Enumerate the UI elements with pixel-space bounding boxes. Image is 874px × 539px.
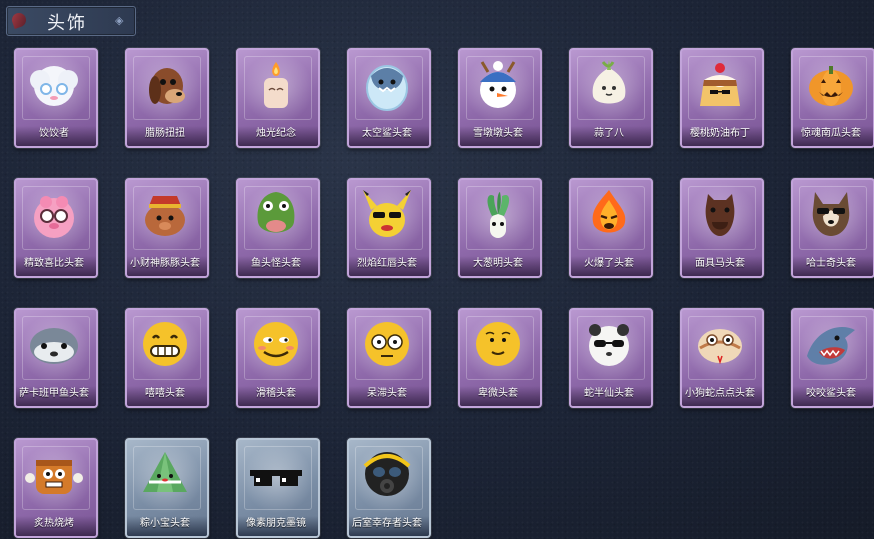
- item-label: 粽小宝头套: [140, 518, 190, 529]
- item-label: 鱼头怪头套: [251, 258, 301, 269]
- item-label: 咬咬鲨头套: [806, 388, 856, 399]
- funny-emoji-icon: [246, 316, 306, 372]
- garlic-icon: [579, 56, 639, 112]
- husky-icon: [801, 186, 861, 242]
- sacabambaspis-icon: [24, 316, 84, 372]
- headwear-item[interactable]: 小狗蛇点点头套: [680, 308, 764, 408]
- headwear-item[interactable]: 卑微头套: [458, 308, 542, 408]
- headwear-item[interactable]: 鱼头怪头套: [236, 178, 320, 278]
- headwear-item[interactable]: 蛇半仙头套: [569, 308, 653, 408]
- item-label: 腊肠扭扭: [145, 128, 185, 139]
- pudding-icon: [690, 56, 750, 112]
- headwear-item[interactable]: 嘻嘻头套: [125, 308, 209, 408]
- bbq-meat-icon: [24, 446, 84, 502]
- gas-mask-icon: [357, 446, 417, 502]
- item-label: 火爆了头套: [584, 258, 634, 269]
- headwear-item[interactable]: 雪墩墩头套: [458, 48, 542, 148]
- item-label: 蒜了八: [594, 128, 624, 139]
- headwear-item[interactable]: 粽小宝头套: [125, 438, 209, 538]
- category-header: 头饰 ◈: [6, 6, 136, 36]
- item-label: 哈士奇头套: [806, 258, 856, 269]
- headwear-item[interactable]: 太空鲨头套: [347, 48, 431, 148]
- item-label: 滑稽头套: [256, 388, 296, 399]
- dazed-emoji-icon: [357, 316, 417, 372]
- headwear-item[interactable]: 后室幸存者头套: [347, 438, 431, 538]
- headwear-item[interactable]: 萨卡班甲鱼头套: [14, 308, 98, 408]
- item-label: 呆滞头套: [367, 388, 407, 399]
- headwear-item[interactable]: 饺饺者: [14, 48, 98, 148]
- ornament-icon: [10, 11, 28, 29]
- scallion-icon: [468, 186, 528, 242]
- headwear-item[interactable]: 烈焰红唇头套: [347, 178, 431, 278]
- item-label: 烛光纪念: [256, 128, 296, 139]
- item-label: 小狗蛇点点头套: [685, 388, 755, 399]
- pumpkin-icon: [801, 56, 861, 112]
- headwear-item[interactable]: 惊魂南瓜头套: [791, 48, 874, 148]
- sausage-dog-icon: [135, 56, 195, 112]
- item-label: 雪墩墩头套: [473, 128, 523, 139]
- snowman-icon: [468, 56, 528, 112]
- corner-decoration-icon: ◈: [115, 14, 124, 27]
- pixel-sunglasses-icon: [246, 446, 306, 502]
- item-label: 嘻嘻头套: [145, 388, 185, 399]
- item-label: 炙热烧烤: [34, 518, 74, 529]
- headwear-item[interactable]: 大葱明头套: [458, 178, 542, 278]
- snake-icon: [690, 316, 750, 372]
- item-label: 太空鲨头套: [362, 128, 412, 139]
- headwear-item[interactable]: 烛光纪念: [236, 48, 320, 148]
- headwear-item[interactable]: 咬咬鲨头套: [791, 308, 874, 408]
- fish-head-icon: [246, 186, 306, 242]
- horse-mask-icon: [690, 186, 750, 242]
- item-label: 蛇半仙头套: [584, 388, 634, 399]
- space-shark-icon: [357, 56, 417, 112]
- headwear-item[interactable]: 呆滞头套: [347, 308, 431, 408]
- item-label: 萨卡班甲鱼头套: [19, 388, 89, 399]
- pink-pig-icon: [24, 186, 84, 242]
- grin-emoji-icon: [135, 316, 195, 372]
- item-label: 精致喜比头套: [24, 258, 84, 269]
- headwear-item[interactable]: 精致喜比头套: [14, 178, 98, 278]
- item-label: 面具马头套: [695, 258, 745, 269]
- item-label: 卑微头套: [478, 388, 518, 399]
- item-label: 饺饺者: [39, 128, 69, 139]
- humble-emoji-icon: [468, 316, 528, 372]
- page-title: 头饰: [47, 13, 87, 34]
- wealth-pig-icon: [135, 186, 195, 242]
- item-label: 樱桃奶油布丁: [690, 128, 750, 139]
- headwear-item[interactable]: 像素朋克墨镜: [236, 438, 320, 538]
- item-label: 后室幸存者头套: [352, 518, 422, 529]
- candle-icon: [246, 56, 306, 112]
- dumpling-cloud-icon: [24, 56, 84, 112]
- item-label: 小财神豚豚头套: [130, 258, 200, 269]
- headwear-item[interactable]: 滑稽头套: [236, 308, 320, 408]
- item-label: 像素朋克墨镜: [246, 518, 306, 529]
- headwear-item[interactable]: 炙热烧烤: [14, 438, 98, 538]
- headwear-item[interactable]: 樱桃奶油布丁: [680, 48, 764, 148]
- headwear-item[interactable]: 哈士奇头套: [791, 178, 874, 278]
- headwear-item[interactable]: 蒜了八: [569, 48, 653, 148]
- zongzi-icon: [135, 446, 195, 502]
- fire-icon: [579, 186, 639, 242]
- item-label: 大葱明头套: [473, 258, 523, 269]
- biting-shark-icon: [801, 316, 861, 372]
- panda-sunglasses-icon: [579, 316, 639, 372]
- yellow-pikachu-icon: [357, 186, 417, 242]
- item-label: 烈焰红唇头套: [357, 258, 417, 269]
- headwear-item[interactable]: 小财神豚豚头套: [125, 178, 209, 278]
- headwear-item[interactable]: 腊肠扭扭: [125, 48, 209, 148]
- item-label: 惊魂南瓜头套: [801, 128, 861, 139]
- headwear-item[interactable]: 火爆了头套: [569, 178, 653, 278]
- headwear-item[interactable]: 面具马头套: [680, 178, 764, 278]
